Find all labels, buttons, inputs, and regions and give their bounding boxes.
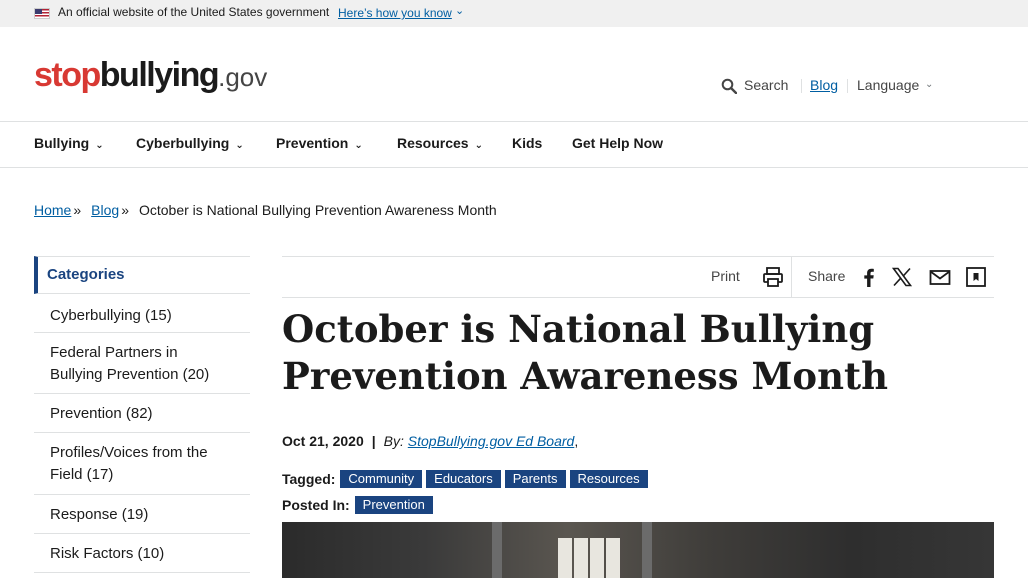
nav-item-kids[interactable]: Kids <box>512 135 542 151</box>
sidebar-item-response[interactable]: Response (19) <box>34 495 250 534</box>
sidebar-item-risk-factors[interactable]: Risk Factors (10) <box>34 534 250 573</box>
language-selector[interactable]: Language <box>857 77 919 93</box>
nav-item-get-help-now[interactable]: Get Help Now <box>572 135 663 151</box>
categories-heading: Categories <box>34 256 250 294</box>
sidebar-item-cyberbullying[interactable]: Cyberbullying (15) <box>34 294 250 333</box>
breadcrumb-current: October is National Bullying Prevention … <box>138 202 497 218</box>
search-icon[interactable] <box>721 78 737 94</box>
sidebar-item-prevention[interactable]: Prevention (82) <box>34 394 250 433</box>
tag-prevention[interactable]: Prevention <box>354 496 433 514</box>
author-link[interactable]: StopBullying.gov Ed Board <box>408 433 575 449</box>
bookmark-icon[interactable] <box>965 266 987 288</box>
page-title: October is National Bullying Prevention … <box>282 307 888 398</box>
sidebar-item-federal-partners[interactable]: Federal Partners in Bullying Prevention … <box>34 333 250 394</box>
nav-item-resources[interactable]: Resources ⌄ <box>397 135 483 151</box>
divider <box>847 79 848 93</box>
breadcrumb: Home» Blog» October is National Bullying P… <box>34 202 497 218</box>
breadcrumb-blog[interactable]: Blog <box>91 202 119 218</box>
heres-how-you-know-link[interactable]: Here’s how you know <box>338 6 452 20</box>
gov-banner-text: An official website of the United States… <box>58 5 330 19</box>
chevron-down-icon: ⌄ <box>95 140 104 151</box>
nav-item-cyberbullying[interactable]: Cyberbullying ⌄ <box>136 135 244 151</box>
search-button[interactable]: Search <box>744 77 788 93</box>
site-header: stopbullying.gov Search Blog Language ⌄ <box>0 27 1028 122</box>
share-label: Share <box>808 268 846 284</box>
print-icon[interactable] <box>762 266 784 288</box>
gov-banner: An official website of the United States… <box>0 0 1028 27</box>
facebook-icon[interactable] <box>858 266 880 288</box>
chevron-down-icon[interactable]: ⌄ <box>925 79 933 90</box>
divider <box>801 79 802 93</box>
tag-educators[interactable]: Educators <box>426 470 501 488</box>
x-icon[interactable] <box>891 266 913 288</box>
article-meta: Oct 21, 2020 | By: StopBullying.gov Ed Boa… <box>282 433 579 449</box>
email-icon[interactable] <box>929 266 951 288</box>
chevron-down-icon: ⌄ <box>354 140 363 151</box>
main-nav: Bullying ⌄ Cyberbullying ⌄ Prevention ⌄ Res… <box>0 122 1028 168</box>
tag-resources[interactable]: Resources <box>569 470 648 488</box>
article-date: Oct 21, 2020 <box>282 433 364 449</box>
chevron-down-icon[interactable]: ⌄ <box>455 4 464 17</box>
divider <box>791 257 792 297</box>
article-hero-image <box>282 522 994 578</box>
share-toolbar: Print Share <box>282 256 994 298</box>
tags-row: Tagged: Community Educators Parents Reso… <box>282 470 652 488</box>
breadcrumb-home[interactable]: Home <box>34 202 71 218</box>
chevron-down-icon: ⌄ <box>235 140 244 151</box>
print-label[interactable]: Print <box>711 268 740 284</box>
chevron-down-icon: ⌄ <box>474 140 483 151</box>
nav-item-prevention[interactable]: Prevention ⌄ <box>276 135 363 151</box>
tag-community[interactable]: Community <box>340 470 423 488</box>
tag-parents[interactable]: Parents <box>504 470 566 488</box>
sidebar-item-profiles-voices[interactable]: Profiles/Voices from the Field (17) <box>34 433 250 495</box>
site-logo[interactable]: stopbullying.gov <box>34 55 267 97</box>
posted-in-row: Posted In: Prevention <box>282 496 437 514</box>
nav-item-bullying[interactable]: Bullying ⌄ <box>34 135 104 151</box>
blog-link[interactable]: Blog <box>810 77 838 93</box>
categories-sidebar: Categories Cyberbullying (15) Federal Pa… <box>34 256 250 573</box>
us-flag-icon <box>34 8 50 19</box>
